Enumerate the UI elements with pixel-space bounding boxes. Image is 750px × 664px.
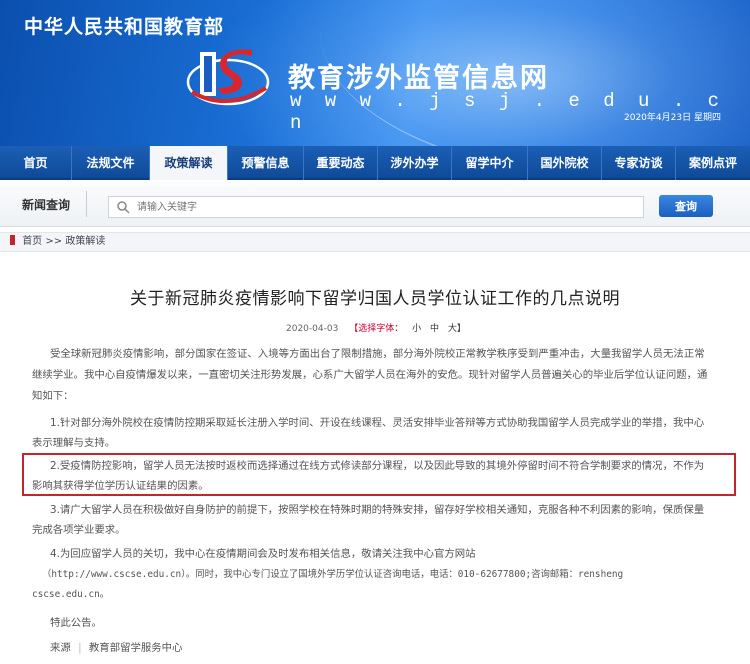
nav-item-foreign[interactable]: 国外院校 [528, 146, 602, 180]
site-logo-icon[interactable] [186, 44, 272, 114]
article-date: 2020-04-03 [286, 324, 339, 334]
nav-item-policy[interactable]: 政策解读 [150, 146, 228, 180]
ministry-name[interactable]: 中华人民共和国教育部 [24, 12, 224, 39]
current-date: 2020年4月23日 星期四 [624, 113, 721, 123]
main-nav: 首页 法规文件 政策解读 预警信息 重要动态 涉外办学 留学中介 国外院校 专家… [0, 146, 750, 180]
font-size-label: 【选择字体： [349, 324, 404, 334]
nav-item-agencies[interactable]: 留学中介 [452, 146, 528, 180]
nav-item-regulations[interactable]: 法规文件 [72, 146, 150, 180]
paragraph-line: 表示理解与支持。 [32, 437, 116, 449]
source-label: 来源 [50, 642, 71, 654]
nav-item-schools[interactable]: 涉外办学 [378, 146, 452, 180]
source-value: 教育部留学服务中心 [88, 642, 183, 654]
highlight-box [22, 453, 736, 496]
search-label: 新闻查询 [22, 198, 71, 212]
article-source: 来源 | 教育部留学服务中心 [32, 640, 722, 657]
article-title: 关于新冠肺炎疫情影响下留学归国人员学位认证工作的几点说明 [130, 289, 620, 309]
breadcrumb-sep: >> [45, 236, 63, 247]
paragraph-line: （http://www.cscse.edu.cn）。同时，我中心专门设立了国境外… [42, 569, 624, 580]
paragraph-item-4: 4.为回应留学人员的关切，我中心在疫情期间会及时发布相关信息，敬请关注我中心官方… [32, 546, 722, 603]
font-size-small[interactable]: 小 [412, 324, 421, 334]
paragraph-line: 3.请广大留学人员在积极做好自身防护的前提下，按照学校在特殊时期的特殊安排，留存… [50, 504, 705, 516]
font-size-large[interactable]: 大】 [448, 324, 466, 334]
nav-item-warnings[interactable]: 预警信息 [228, 146, 304, 180]
breadcrumb-marker [10, 235, 15, 245]
site-banner: 中华人民共和国教育部 教育涉外监管信息网 w w w . j s j . e d… [0, 0, 750, 146]
source-divider: | [78, 642, 82, 654]
search-button[interactable]: 查询 [659, 195, 713, 217]
breadcrumb-current[interactable]: 政策解读 [65, 236, 105, 247]
search-input[interactable] [108, 196, 644, 218]
paragraph-closing: 特此公告。 [50, 617, 102, 629]
article-meta: 2020-04-03 【选择字体： 小 中 大】 [286, 321, 466, 334]
breadcrumb-home[interactable]: 首页 [22, 236, 42, 247]
search-divider [86, 191, 87, 217]
paragraph-item-3: 3.请广大留学人员在积极做好自身防护的前提下，按照学校在特殊时期的特殊安排，留存… [32, 502, 722, 539]
search-icon [117, 201, 130, 214]
nav-item-home[interactable]: 首页 [0, 146, 72, 180]
paragraph-line: 知如下： [32, 390, 74, 402]
paragraph-line: cscse.edu.cn。 [32, 589, 110, 600]
font-size-medium[interactable]: 中 [430, 324, 439, 334]
paragraph-line: 1.针对部分海外院校在疫情防控期采取延长注册入学时间、开设在线课程、灵活安排毕业… [50, 417, 705, 429]
paragraph-intro: 受全球新冠肺炎疫情影响，部分国家在签证、入境等方面出台了限制措施，部分海外院校正… [32, 346, 722, 405]
paragraph-line: 继续学业。我中心自疫情爆发以来，一直密切关注形势发展，心系广大留学人员在海外的安… [32, 369, 708, 381]
nav-item-news[interactable]: 重要动态 [304, 146, 378, 180]
paragraph-line: 受全球新冠肺炎疫情影响，部分国家在签证、入境等方面出台了限制措施，部分海外院校正… [50, 348, 705, 360]
paragraph-line: 4.为回应留学人员的关切，我中心在疫情期间会及时发布相关信息，敬请关注我中心官方… [50, 548, 476, 560]
nav-item-interviews[interactable]: 专家访谈 [602, 146, 676, 180]
paragraph-line: 完成各项学业要求。 [32, 524, 126, 536]
breadcrumb: 首页 >> 政策解读 [0, 232, 750, 252]
paragraph-item-1: 1.针对部分海外院校在疫情防控期采取延长注册入学时间、开设在线课程、灵活安排毕业… [32, 415, 722, 452]
nav-item-cases[interactable]: 案例点评 [676, 146, 750, 180]
